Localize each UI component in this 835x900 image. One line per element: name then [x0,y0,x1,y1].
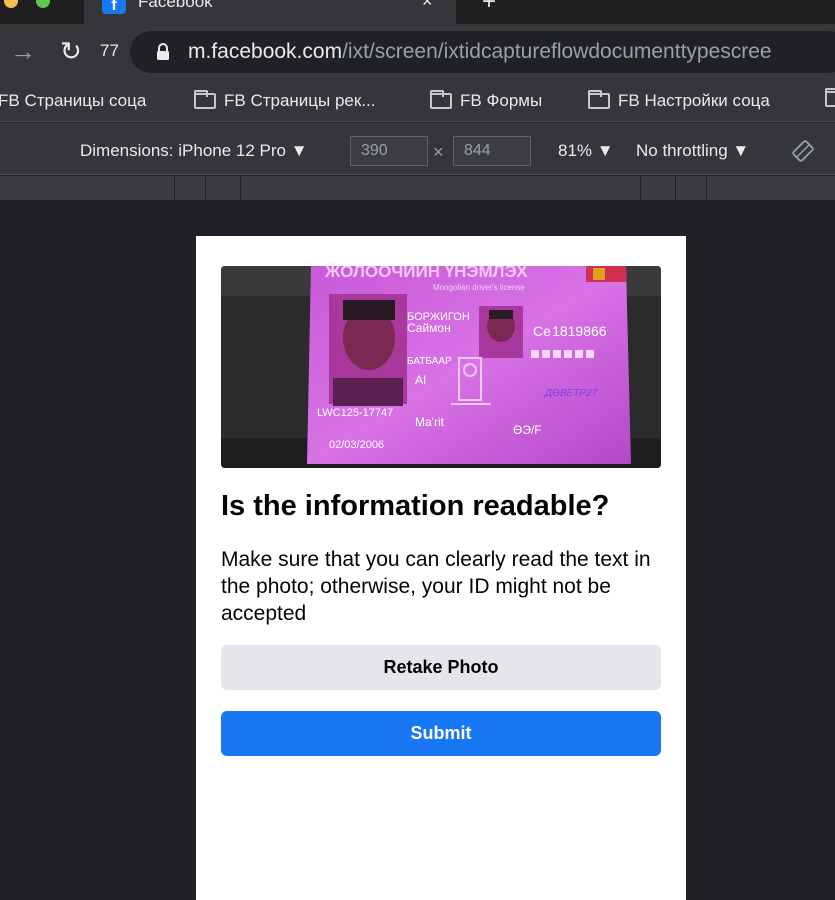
extension-badge-count[interactable]: 77 [100,41,119,61]
minimize-window-dot[interactable] [4,0,18,8]
bookmark-label: FB Формы [460,91,543,110]
id-card-image: ЖОЛООЧИЙН ҮНЭМЛЭХ Mongolian driver's lic… [221,266,661,468]
card-stamp: ДӨВЕТР27 [544,388,597,399]
instruction-text: Make sure that you can clearly read the … [221,548,651,625]
facebook-favicon-icon: f [102,0,126,14]
new-tab-icon[interactable]: + [482,0,496,16]
card-number: Ce 1819866 [533,323,607,339]
rotate-icon[interactable] [792,140,814,162]
zoom-select[interactable]: 81% ▼ [558,141,614,161]
bookmark-label: FB Страницы соца [0,91,147,110]
maximize-window-dot[interactable] [36,0,50,8]
bookmark-folder[interactable]: FB Страницы рек... [194,90,376,111]
bookmark-folder-overflow[interactable] [825,88,835,107]
bookmarks-bar: FB Страницы соца FB Страницы рек... FB Ф… [0,80,835,122]
card-code: AI [415,373,426,387]
folder-icon [194,90,216,109]
mobile-viewport: ЖОЛООЧИЙН ҮНЭМЛЭХ Mongolian driver's lic… [196,236,686,900]
card-date: 02/03/2006 [329,439,384,451]
tab-close-icon[interactable]: × [422,0,433,12]
card-patronymic: БАТБААР [407,356,452,367]
bookmark-folder[interactable]: FB Настройки соца [588,90,770,111]
device-dimensions-select[interactable]: Dimensions: iPhone 12 Pro ▼ [80,141,308,161]
submit-button[interactable]: Submit [221,711,661,756]
folder-icon [430,90,452,109]
times-separator: × [433,142,444,162]
bookmark-label: FB Настройки соца [618,91,770,110]
url-text[interactable]: m.facebook.com/ixt/screen/ixtidcapturefl… [188,40,772,64]
folder-icon [588,90,610,109]
forward-arrow-icon[interactable]: → [10,36,36,67]
card-place: Ma'rit [415,415,445,429]
bookmark-folder[interactable]: FB Формы [430,90,543,111]
retake-photo-button[interactable]: Retake Photo [221,645,661,690]
url-domain: m.facebook.com [188,40,343,63]
id-document-photo: ЖОЛООЧИЙН ҮНЭМЛЭХ Mongolian driver's lic… [221,266,661,468]
throttling-select[interactable]: No throttling ▼ [636,141,749,161]
bookmark-item[interactable]: FB Страницы соца [0,91,146,111]
url-path: /ixt/screen/ixtidcaptureflowdocumenttype… [342,40,772,63]
device-toolbar: Dimensions: iPhone 12 Pro ▼ × 81% ▼ No t… [0,123,835,175]
height-input[interactable] [453,136,531,166]
card-subheader: Mongolian driver's license [433,283,525,292]
bookmark-label: FB Страницы рек... [224,91,376,110]
card-header: ЖОЛООЧИЙН ҮНЭМЛЭХ [324,266,528,281]
address-bar[interactable]: m.facebook.com/ixt/screen/ixtidcapturefl… [130,31,835,73]
reload-icon[interactable]: ↻ [60,36,82,67]
card-license-id: LWC125-17747 [317,407,393,419]
lock-icon [157,43,169,60]
tab-strip: f Facebook × + [0,0,835,24]
width-input[interactable] [350,136,428,166]
media-query-ruler [0,176,835,200]
folder-icon [825,88,835,107]
page-title: Is the information readable? [221,490,610,522]
card-blood: ӨЭ/F [513,423,542,437]
card-given-name: Саймон [407,321,451,335]
tab-title: Facebook [138,0,213,11]
browser-toolbar: → ↻ 77 m.facebook.com/ixt/screen/ixtidca… [0,24,835,80]
